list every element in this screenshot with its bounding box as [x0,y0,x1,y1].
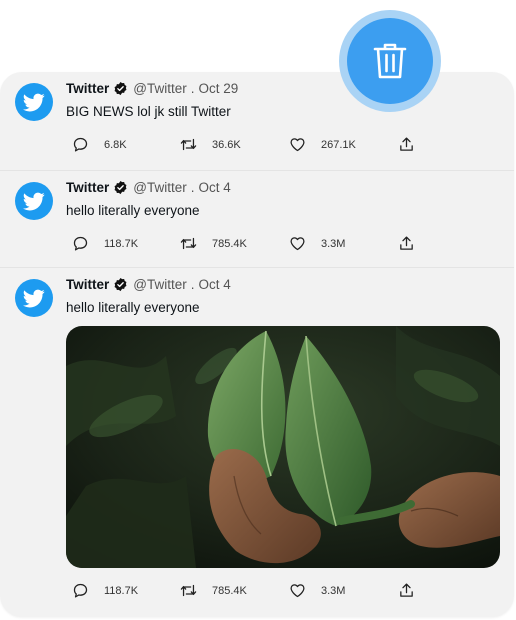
tweet[interactable]: Twitter @Twitter . Oct 4 hello literally… [0,170,514,268]
like-button[interactable]: 3.3M [289,582,345,599]
reply-count: 118.7K [104,584,139,597]
verified-badge-icon [113,81,128,96]
tweet-actions: 6.8K 36.6K 267.1K [72,136,417,154]
tweet[interactable]: Twitter @Twitter . Oct 4 hello literally… [0,267,514,617]
author-handle[interactable]: @Twitter [133,81,186,96]
retweet-button[interactable]: 36.6K [180,136,241,153]
verified-badge-icon [113,277,128,292]
share-button[interactable] [398,235,415,252]
tweet[interactable]: Twitter @Twitter . Oct 29 BIG NEWS lol j… [0,72,514,170]
tweet-text: hello literally everyone [66,300,200,315]
retweet-count: 36.6K [212,138,241,151]
author-name[interactable]: Twitter [66,277,109,292]
tweet-date[interactable]: Oct 29 [198,81,238,96]
share-button[interactable] [398,582,415,599]
reply-icon [73,137,88,152]
tweet-text: hello literally everyone [66,203,200,218]
heart-icon [290,138,305,152]
retweet-button[interactable]: 785.4K [180,582,247,599]
like-count: 267.1K [321,138,356,151]
share-icon [400,583,413,597]
separator: . [190,277,195,292]
share-button[interactable] [398,136,415,153]
author-name[interactable]: Twitter [66,180,109,195]
author-name[interactable]: Twitter [66,81,109,96]
twitter-bird-icon [23,289,45,308]
verified-badge-icon [113,180,128,195]
avatar[interactable] [15,182,53,220]
retweet-icon [180,138,197,151]
tweet-actions: 118.7K 785.4K 3.3M [72,582,417,600]
avatar[interactable] [15,83,53,121]
tweet-header: Twitter @Twitter . Oct 29 [66,81,238,96]
twitter-bird-icon [23,192,45,211]
reply-icon [73,583,88,598]
retweet-count: 785.4K [212,584,247,597]
share-icon [400,236,413,250]
author-handle[interactable]: @Twitter [133,180,186,195]
like-count: 3.3M [321,584,346,597]
reply-count: 118.7K [104,237,139,250]
trash-icon [373,43,407,79]
share-icon [400,137,413,151]
tweet-header: Twitter @Twitter . Oct 4 [66,277,231,292]
reply-icon [73,236,88,251]
like-count: 3.3M [321,237,346,250]
reply-button[interactable]: 118.7K [72,582,138,599]
reply-count: 6.8K [104,138,127,151]
retweet-icon [180,237,197,250]
avatar[interactable] [15,279,53,317]
like-button[interactable]: 267.1K [289,136,356,153]
retweet-icon [180,584,197,597]
heart-icon [290,584,305,598]
twitter-bird-icon [23,93,45,112]
tweet-text: BIG NEWS lol jk still Twitter [66,104,231,119]
tweet-actions: 118.7K 785.4K 3.3M [72,235,417,253]
tweet-date[interactable]: Oct 4 [198,180,230,195]
timeline-card: Twitter @Twitter . Oct 29 BIG NEWS lol j… [0,72,514,617]
tweet-image[interactable] [66,326,500,568]
retweet-button[interactable]: 785.4K [180,235,247,252]
tweet-header: Twitter @Twitter . Oct 4 [66,180,231,195]
heart-icon [290,237,305,251]
separator: . [190,81,195,96]
reply-button[interactable]: 6.8K [72,136,127,153]
like-button[interactable]: 3.3M [289,235,345,252]
leaf-photo [66,326,500,568]
tweet-date[interactable]: Oct 4 [198,277,230,292]
separator: . [190,180,195,195]
author-handle[interactable]: @Twitter [133,277,186,292]
retweet-count: 785.4K [212,237,247,250]
delete-button[interactable] [347,18,433,104]
reply-button[interactable]: 118.7K [72,235,138,252]
